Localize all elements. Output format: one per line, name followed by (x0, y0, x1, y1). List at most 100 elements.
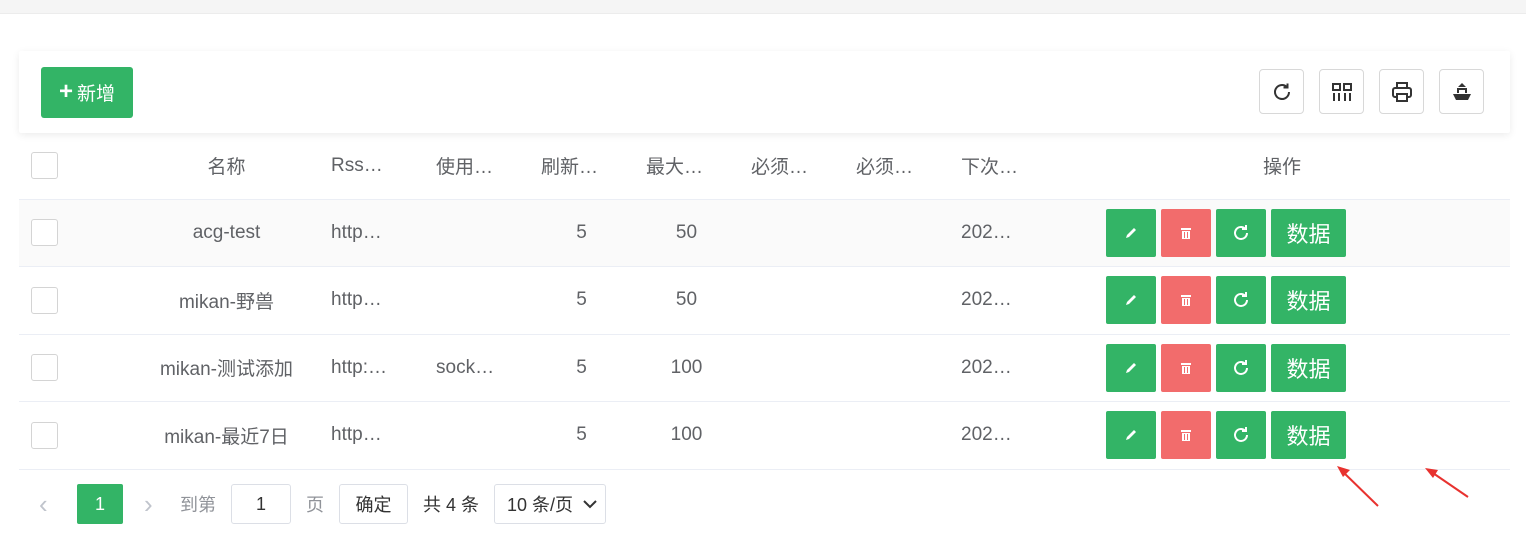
annotation-arrow-refresh (1337, 466, 1379, 507)
page-1-button[interactable]: 1 (77, 484, 123, 524)
print-button[interactable] (1379, 69, 1424, 114)
edit-button[interactable] (1106, 411, 1156, 460)
data-button[interactable]: 数据 (1271, 276, 1346, 325)
annotation-arrow-data (1425, 468, 1469, 498)
col-header-must2[interactable]: 必须… (844, 133, 949, 199)
cell-rss: http:… (331, 356, 387, 378)
col-header-actions: 操作 (1262, 157, 1301, 179)
goto-page-input[interactable]: 1 (231, 484, 291, 524)
table-header-row: 名称 Rss… 使用… 刷新… 最大… 必须… 必须… 下次… 操作 (19, 133, 1510, 199)
refresh-row-button[interactable] (1216, 276, 1266, 325)
delete-button[interactable] (1161, 208, 1211, 257)
cell-use (424, 199, 529, 267)
col-header-max[interactable]: 最大… (634, 133, 739, 199)
data-button[interactable]: 数据 (1271, 343, 1346, 392)
cell-must2 (844, 334, 949, 402)
cell-max: 50 (675, 221, 698, 243)
trash-icon (1181, 430, 1191, 442)
export-icon (1452, 82, 1471, 100)
cell-rss: http… (331, 221, 382, 243)
columns-icon (1331, 82, 1352, 101)
table-row: mikan-测试添加 http:… sock… 5 100 202… 数据 (19, 334, 1510, 402)
refresh-row-button[interactable] (1216, 411, 1266, 460)
col-header-name[interactable]: 名称 (134, 133, 319, 199)
cell-rss: http… (331, 424, 382, 446)
cell-use: sock… (436, 356, 495, 378)
edit-button[interactable] (1106, 276, 1156, 325)
cell-next: 202… (961, 424, 1012, 446)
refresh-icon (1234, 292, 1248, 308)
table-row: acg-test http… 5 50 202… 数据 (19, 199, 1510, 267)
col-header-use[interactable]: 使用… (424, 133, 529, 199)
page-size-select[interactable]: 10 条/页 (494, 484, 606, 524)
plus-icon: + (58, 77, 73, 105)
cell-must2 (844, 199, 949, 267)
delete-button[interactable] (1161, 276, 1211, 325)
cell-must2 (844, 267, 949, 335)
row-checkbox[interactable] (31, 354, 58, 382)
col-header-rss[interactable]: Rss… (319, 133, 424, 199)
row-checkbox[interactable] (31, 421, 58, 449)
data-button[interactable]: 数据 (1271, 208, 1346, 257)
cell-use (424, 267, 529, 335)
cell-max: 100 (670, 424, 703, 446)
cell-must1 (739, 402, 844, 470)
cell-rss: http… (331, 289, 382, 311)
chevron-down-icon (583, 500, 597, 509)
pencil-icon (1126, 430, 1136, 441)
trash-icon (1181, 362, 1191, 374)
select-all-checkbox[interactable] (31, 152, 58, 180)
col-header-refresh[interactable]: 刷新… (529, 133, 634, 199)
cell-must1 (739, 334, 844, 402)
page-size-value: 10 条/页 (507, 495, 574, 515)
pagination: ‹ 1 › 到第 1 页 确定 共 4 条 10 条/页 (19, 484, 719, 524)
print-icon (1391, 81, 1412, 102)
col-header-must1[interactable]: 必须… (739, 133, 844, 199)
table-row: mikan-最近7日 http… 5 100 202… 数据 (19, 401, 1510, 470)
add-button-label: 新增 (77, 84, 116, 105)
pencil-icon (1126, 362, 1136, 373)
cell-refresh: 5 (576, 221, 587, 243)
delete-button[interactable] (1161, 343, 1211, 392)
pencil-icon (1126, 295, 1136, 306)
data-button[interactable]: 数据 (1271, 411, 1346, 460)
next-page-icon[interactable]: › (144, 484, 153, 524)
row-checkbox[interactable] (31, 219, 58, 247)
goto-label: 到第 (180, 495, 216, 515)
row-checkbox[interactable] (31, 286, 58, 314)
cell-max: 100 (670, 356, 703, 378)
col-header-next[interactable]: 下次… (949, 133, 1054, 199)
trash-icon (1181, 295, 1191, 307)
refresh-row-button[interactable] (1216, 343, 1266, 392)
cell-must1 (739, 199, 844, 267)
cell-refresh: 5 (576, 424, 587, 446)
cell-next: 202… (961, 221, 1012, 243)
edit-button[interactable] (1106, 208, 1156, 257)
columns-button[interactable] (1319, 69, 1364, 114)
pencil-icon (1126, 227, 1136, 238)
refresh-icon (1273, 83, 1290, 100)
refresh-icon (1234, 359, 1248, 375)
refresh-table-button[interactable] (1259, 69, 1304, 114)
export-button[interactable] (1439, 69, 1484, 114)
delete-button[interactable] (1161, 411, 1211, 460)
total-count: 共 4 条 (423, 495, 480, 515)
cell-must1 (739, 267, 844, 335)
table-row: mikan-野兽 http… 5 50 202… 数据 (19, 266, 1510, 335)
refresh-icon (1234, 224, 1248, 240)
cell-next: 202… (961, 356, 1012, 378)
confirm-button[interactable]: 确定 (339, 484, 408, 524)
edit-button[interactable] (1106, 343, 1156, 392)
cell-max: 50 (675, 289, 698, 311)
page-unit-label: 页 (306, 495, 324, 515)
cell-refresh: 5 (576, 289, 587, 311)
cell-use (424, 402, 529, 470)
cell-name: acg-test (192, 221, 261, 243)
refresh-row-button[interactable] (1216, 208, 1266, 257)
toolbar: + 新增 (19, 51, 1510, 133)
rss-table: 名称 Rss… 使用… 刷新… 最大… 必须… 必须… 下次… 操作 acg-t… (19, 133, 1510, 470)
refresh-icon (1234, 427, 1248, 443)
cell-name: mikan-测试添加 (159, 359, 293, 381)
add-button[interactable]: + 新增 (41, 67, 133, 118)
prev-page-icon[interactable]: ‹ (39, 484, 48, 524)
